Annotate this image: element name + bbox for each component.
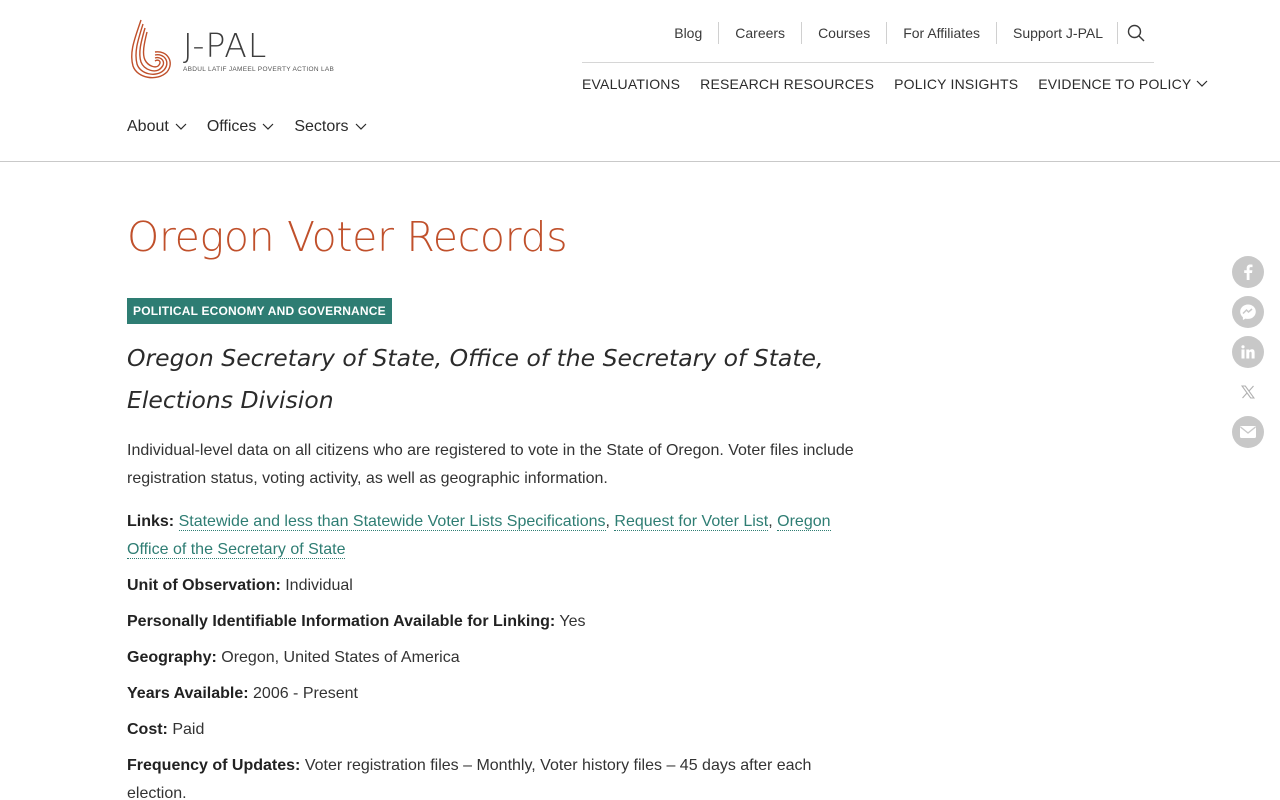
nav-evaluations-label: EVALUATIONS [582, 76, 681, 92]
site-header: J-PAL ABDUL LATIF JAMEEL POVERTY ACTION … [0, 0, 1280, 162]
chevron-down-icon [355, 123, 366, 130]
nav-policy-insights-label: POLICY INSIGHTS [894, 76, 1019, 92]
nav-research-resources-label: RESEARCH RESOURCES [700, 76, 875, 92]
utility-link-affiliates[interactable]: For Affiliates [887, 22, 997, 44]
field-value: Paid [172, 721, 205, 738]
utility-link-courses[interactable]: Courses [802, 22, 888, 44]
utility-nav: Blog Careers Courses For Affiliates Supp… [658, 22, 1154, 44]
field-label: Unit of Observation: [127, 577, 281, 594]
subnav-offices[interactable]: Offices [207, 118, 275, 136]
page-title: Oregon Voter Records [127, 213, 568, 261]
linkedin-icon [1241, 345, 1255, 359]
nav-policy-insights[interactable]: POLICY INSIGHTS [894, 76, 1018, 92]
share-x-button[interactable] [1232, 376, 1264, 408]
chevron-down-icon [262, 123, 274, 130]
field-pii-linking: Personally Identifiable Information Avai… [127, 608, 857, 636]
nav-research-resources[interactable]: RESEARCH RESOURCES [700, 76, 874, 92]
dataset-description: Individual-level data on all citizens wh… [127, 442, 854, 487]
search-button[interactable] [1118, 22, 1154, 44]
search-icon [1127, 24, 1145, 42]
field-links-label: Links: [127, 513, 175, 530]
field-label: Geography: [127, 649, 217, 666]
messenger-icon [1240, 304, 1256, 320]
jpal-logo[interactable]: J-PAL ABDUL LATIF JAMEEL POVERTY ACTION … [127, 16, 357, 86]
x-icon [1241, 385, 1255, 399]
nav-evidence-to-policy-label: EVIDENCE TO POLICY [1038, 76, 1192, 92]
field-geography: Geography: Oregon, United States of Amer… [127, 644, 857, 672]
field-frequency-of-updates: Frequency of Updates: Voter registration… [127, 752, 857, 800]
jpal-logo-mark [131, 19, 171, 79]
facebook-icon [1244, 264, 1253, 280]
chevron-down-icon [175, 123, 187, 130]
sector-badge[interactable]: POLITICAL ECONOMY AND GOVERNANCE [127, 298, 392, 324]
subnav-sectors[interactable]: Sectors [294, 118, 366, 136]
subnav-about-label: About [127, 118, 169, 135]
share-messenger-button[interactable] [1232, 296, 1264, 328]
field-label: Years Available: [127, 685, 249, 702]
field-value: Oregon, United States of America [221, 649, 460, 666]
share-email-button[interactable] [1232, 416, 1264, 448]
share-linkedin-button[interactable] [1232, 336, 1264, 368]
utility-link-support[interactable]: Support J-PAL [997, 22, 1118, 44]
subnav-about[interactable]: About [127, 118, 187, 136]
utility-link-blog[interactable]: Blog [658, 22, 720, 44]
subnav-sectors-label: Sectors [294, 118, 349, 135]
field-value: Individual [285, 577, 353, 594]
nav-evaluations[interactable]: EVALUATIONS [582, 76, 680, 92]
field-value: 2006 - Present [253, 685, 358, 702]
subnav-offices-label: Offices [206, 118, 257, 135]
main-nav: EVALUATIONS RESEARCH RESOURCES POLICY IN… [582, 76, 1208, 92]
link-voter-list-specifications[interactable]: Statewide and less than Statewide Voter … [178, 513, 606, 531]
share-facebook-button[interactable] [1232, 256, 1264, 288]
dataset-fields: Links: Statewide and less than Statewide… [127, 508, 857, 800]
field-label: Personally Identifiable Information Avai… [127, 613, 556, 630]
field-links: Links: Statewide and less than Statewide… [127, 513, 831, 559]
field-years-available: Years Available: 2006 - Present [127, 680, 857, 708]
header-divider [582, 62, 1154, 63]
field-unit-of-observation: Unit of Observation: Individual [127, 572, 857, 600]
logo-wordmark: J-PAL [183, 26, 268, 65]
email-icon [1240, 426, 1256, 438]
field-label: Frequency of Updates: [127, 757, 301, 774]
field-value: Yes [559, 613, 586, 630]
share-rail [1232, 256, 1264, 456]
link-request-voter-list[interactable]: Request for Voter List [614, 513, 769, 531]
data-source: Oregon Secretary of State, Office of the… [127, 344, 824, 414]
chevron-down-icon [1197, 80, 1208, 87]
sub-nav: About Offices Sectors [127, 118, 387, 136]
nav-evidence-to-policy[interactable]: EVIDENCE TO POLICY [1038, 76, 1208, 92]
utility-link-careers[interactable]: Careers [719, 22, 803, 44]
field-label: Cost: [127, 721, 168, 738]
logo-subtitle: ABDUL LATIF JAMEEL POVERTY ACTION LAB [183, 66, 335, 73]
field-cost: Cost: Paid [127, 716, 857, 744]
